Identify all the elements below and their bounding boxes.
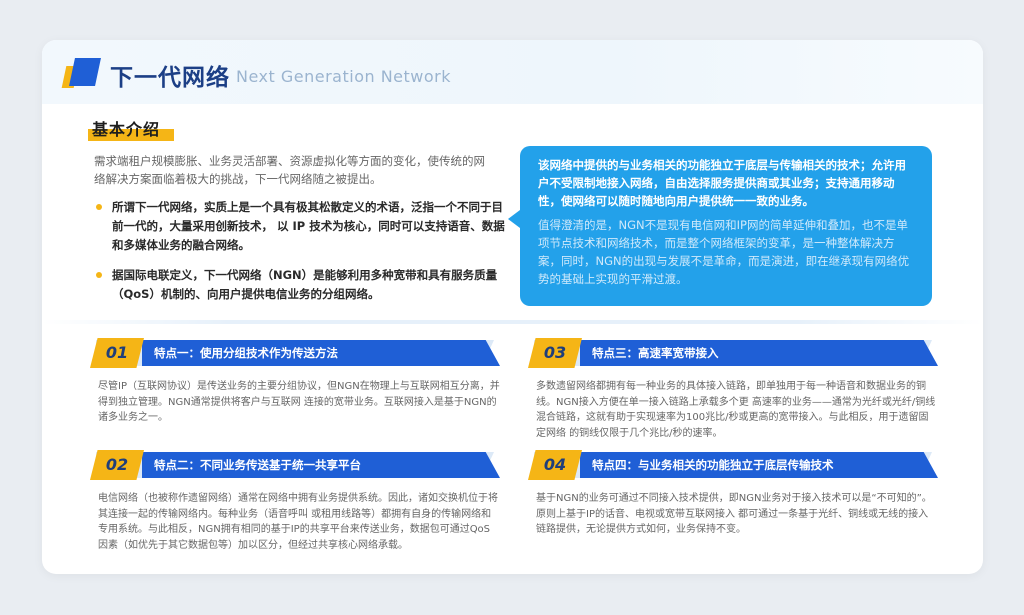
intro-bullet-text: 据国际电联定义，下一代网络（NGN）是能够利用多种宽带和具有服务质量（QoS）机… xyxy=(112,268,498,301)
bullet-dot-icon xyxy=(96,272,102,278)
feature-number-badge: 02 xyxy=(90,450,144,480)
feature-description: 尽管IP（互联网协议）是传送业务的主要分组协议，但NGN在物理上与互联网相互分离… xyxy=(98,381,500,423)
intro-bullet: 所谓下一代网络，实质上是一个具有极其松散定义的术语，泛指一个不同于目前一代的，大… xyxy=(96,198,506,255)
intro-paragraph: 需求端租户规模膨胀、业务灵活部署、资源虚拟化等方面的变化，使传统的网络解决方案面… xyxy=(94,154,485,186)
feature-number-badge: 03 xyxy=(528,338,582,368)
logo-blue-block xyxy=(69,58,101,86)
feature-block-2: 02 特点二：不同业务传送基于统一共享平台 电信网络（也被称作遗留网络）通常在网… xyxy=(90,450,500,553)
callout-bold-text: 该网络中提供的与业务相关的功能独立于底层与传输相关的技术；允许用户不受限制地接入… xyxy=(538,158,906,208)
intro-heading: 基本介绍 xyxy=(88,116,174,142)
feature-number-badge: 04 xyxy=(528,450,582,480)
feature-block-3: 03 特点三：高速率宽带接入 多数遗留网络都拥有每一种业务的具体接入链路，即单独… xyxy=(528,338,938,441)
feature-header: 04 特点四：与业务相关的功能独立于底层传输技术 xyxy=(528,450,938,480)
intro-bullet-text: 所谓下一代网络，实质上是一个具有极其松散定义的术语，泛指一个不同于目前一代的，大… xyxy=(112,200,505,252)
callout-tail xyxy=(508,210,520,228)
page-title: 下一代网络 xyxy=(110,65,230,91)
callout-light-text: 值得澄清的是，NGN不是现有电信网和IP网的简单延伸和叠加，也不是单项节点技术和… xyxy=(538,218,910,286)
bullet-dot-icon xyxy=(96,204,102,210)
slide-card: 下一代网络 Next Generation Network 基本介绍 需求端租户… xyxy=(42,40,983,574)
feature-header: 01 特点一：使用分组技术作为传送方法 xyxy=(90,338,500,368)
feature-header: 03 特点三：高速率宽带接入 xyxy=(528,338,938,368)
feature-title: 特点四：与业务相关的功能独立于底层传输技术 xyxy=(592,458,834,472)
feature-block-4: 04 特点四：与业务相关的功能独立于底层传输技术 基于NGN的业务可通过不同接入… xyxy=(528,450,938,538)
feature-description: 多数遗留网络都拥有每一种业务的具体接入链路，即单独用于每一种语音和数据业务的铜线… xyxy=(536,381,936,439)
feature-number-badge: 01 xyxy=(90,338,144,368)
header-bar: 下一代网络 Next Generation Network xyxy=(42,40,983,104)
feature-description: 基于NGN的业务可通过不同接入技术提供，即NGN业务对于接入技术可以是“不可知的… xyxy=(536,493,932,535)
intro-bullet: 据国际电联定义，下一代网络（NGN）是能够利用多种宽带和具有服务质量（QoS）机… xyxy=(96,266,506,304)
feature-header: 02 特点二：不同业务传送基于统一共享平台 xyxy=(90,450,500,480)
feature-title: 特点三：高速率宽带接入 xyxy=(592,346,719,360)
section-divider xyxy=(42,320,983,324)
feature-description: 电信网络（也被称作遗留网络）通常在网络中拥有业务提供系统。因此，诸如交换机位于将… xyxy=(98,493,498,551)
feature-block-1: 01 特点一：使用分组技术作为传送方法 尽管IP（互联网协议）是传送业务的主要分… xyxy=(90,338,500,426)
intro-heading-text: 基本介绍 xyxy=(92,120,161,139)
page-subtitle: Next Generation Network xyxy=(236,67,452,86)
callout-bubble: 该网络中提供的与业务相关的功能独立于底层与传输相关的技术；允许用户不受限制地接入… xyxy=(508,146,932,306)
ngn-logo-icon xyxy=(61,58,102,88)
feature-title: 特点一：使用分组技术作为传送方法 xyxy=(154,346,338,360)
feature-title: 特点二：不同业务传送基于统一共享平台 xyxy=(154,458,361,472)
